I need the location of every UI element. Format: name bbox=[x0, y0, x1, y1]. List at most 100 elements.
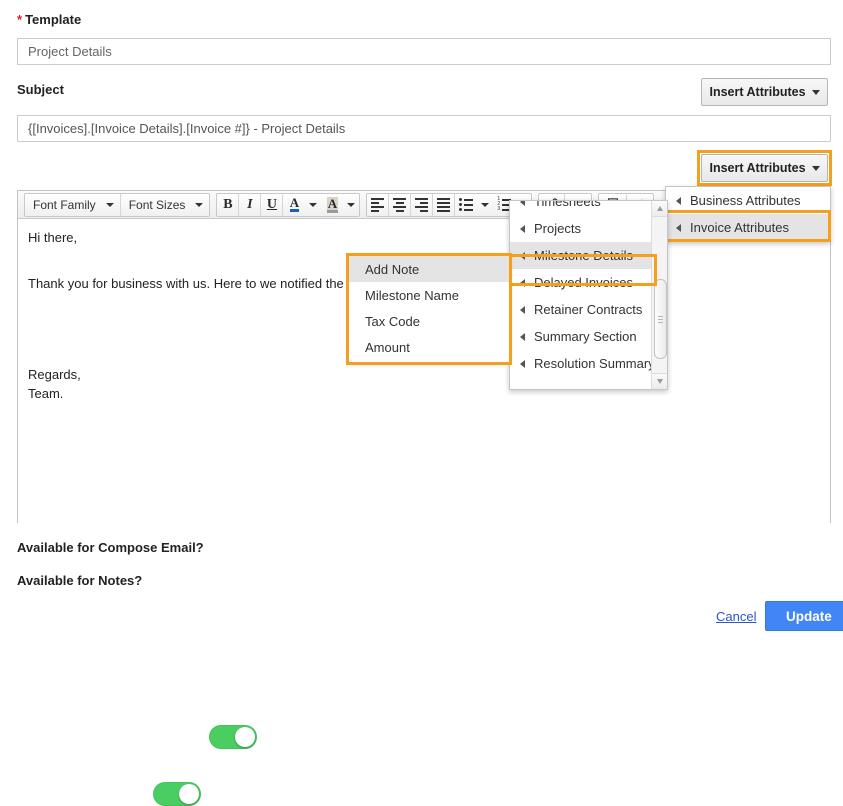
menu-item-tax-code[interactable]: Tax Code bbox=[349, 308, 509, 334]
menu-item-label: Amount bbox=[365, 339, 410, 355]
menu-item-summary-section[interactable]: Summary Section bbox=[510, 323, 654, 350]
menu-item-milestone-name[interactable]: Milestone Name bbox=[349, 282, 509, 308]
chevron-left-icon bbox=[676, 223, 681, 232]
menu-item-projects[interactable]: Projects bbox=[510, 215, 654, 242]
bold-icon: B bbox=[223, 196, 233, 212]
compose-email-toggle-row: Available for Compose Email? bbox=[17, 540, 204, 555]
attributes-menu-level1: Business Attributes Invoice Attributes bbox=[665, 186, 831, 242]
scroll-up-button[interactable] bbox=[652, 201, 667, 217]
background-color-button[interactable]: A bbox=[321, 194, 343, 216]
align-right-button[interactable] bbox=[411, 193, 434, 216]
chevron-left-icon bbox=[520, 251, 525, 260]
triangle-up-icon bbox=[656, 206, 663, 211]
align-center-button[interactable] bbox=[389, 193, 412, 216]
chevron-down-icon bbox=[481, 202, 490, 207]
align-center-icon bbox=[393, 197, 407, 212]
chevron-left-icon bbox=[676, 196, 681, 205]
menu-item-timesheets[interactable]: Timesheets bbox=[510, 200, 654, 215]
toggle-knob bbox=[235, 727, 255, 747]
editor-closing: Regards, bbox=[28, 366, 81, 382]
chevron-down-icon bbox=[195, 202, 204, 207]
scrollbar-thumb[interactable] bbox=[654, 279, 667, 359]
insert-attributes-button-subject[interactable]: Insert Attributes bbox=[701, 78, 828, 106]
notes-toggle-row: Available for Notes? bbox=[17, 573, 142, 588]
font-size-label: Font Sizes bbox=[128, 197, 186, 212]
italic-button[interactable]: I bbox=[239, 193, 262, 216]
chevron-left-icon bbox=[520, 332, 525, 341]
text-color-icon: A bbox=[289, 195, 300, 212]
attributes-menu-level3: Add Note Milestone Name Tax Code Amount bbox=[349, 256, 509, 362]
text-color-dropdown[interactable] bbox=[305, 194, 321, 216]
chevron-left-icon bbox=[520, 305, 525, 314]
text-color-button[interactable]: A bbox=[283, 194, 305, 216]
chevron-down-icon bbox=[347, 202, 356, 207]
background-color-dropdown[interactable] bbox=[343, 194, 359, 216]
align-left-button[interactable] bbox=[367, 193, 390, 216]
menu-level2-list: Timesheets Projects Milestone Details De… bbox=[510, 200, 655, 377]
required-asterisk: * bbox=[17, 12, 23, 27]
compose-email-label: Available for Compose Email? bbox=[17, 540, 204, 555]
insert-attributes-subject-label: Insert Attributes bbox=[709, 85, 806, 99]
menu-item-delayed-invoices[interactable]: Delayed Invoices bbox=[510, 269, 654, 296]
menu-item-label: Invoice Attributes bbox=[690, 220, 789, 235]
menu-item-label: Tax Code bbox=[365, 313, 420, 329]
notes-toggle[interactable] bbox=[153, 782, 201, 806]
align-justify-icon bbox=[437, 197, 451, 212]
toggle-knob bbox=[179, 784, 199, 804]
align-justify-button[interactable] bbox=[433, 193, 456, 216]
menu-item-label: Retainer Contracts bbox=[534, 302, 643, 317]
italic-icon: I bbox=[247, 196, 253, 212]
chevron-left-icon bbox=[520, 278, 525, 287]
compose-email-toggle[interactable] bbox=[209, 725, 257, 749]
align-left-icon bbox=[371, 197, 385, 212]
menu-item-label: Summary Section bbox=[534, 329, 637, 344]
template-label: Template bbox=[25, 12, 82, 27]
menu-item-resolution-summary[interactable]: Resolution Summary bbox=[510, 350, 655, 377]
menu-item-amount[interactable]: Amount bbox=[349, 334, 509, 360]
menu-item-add-note[interactable]: Add Note bbox=[349, 256, 509, 282]
chevron-down-icon bbox=[309, 202, 318, 207]
editor-signature: Team. bbox=[28, 385, 64, 401]
menu-item-milestone-details[interactable]: Milestone Details bbox=[510, 242, 654, 269]
bold-button[interactable]: B bbox=[217, 193, 240, 216]
insert-attributes-button-body[interactable]: Insert Attributes bbox=[701, 154, 828, 182]
cancel-button[interactable]: Cancel bbox=[716, 609, 756, 624]
attributes-menu-level2: Timesheets Projects Milestone Details De… bbox=[509, 200, 668, 390]
chevron-down-icon bbox=[811, 165, 820, 171]
notes-label: Available for Notes? bbox=[17, 573, 143, 588]
menu-item-label: Milestone Name bbox=[365, 287, 459, 303]
menu-item-label: Timesheets bbox=[534, 200, 601, 209]
font-family-select[interactable]: Font Family bbox=[25, 193, 121, 216]
grip-icon bbox=[658, 315, 663, 323]
menu-item-retainer-contracts[interactable]: Retainer Contracts bbox=[510, 296, 654, 323]
font-size-select[interactable]: Font Sizes bbox=[121, 194, 210, 216]
bullet-list-button[interactable] bbox=[455, 194, 477, 216]
chevron-left-icon bbox=[520, 359, 525, 368]
triangle-down-icon bbox=[656, 379, 663, 384]
menu-item-invoice-attributes[interactable]: Invoice Attributes bbox=[666, 214, 830, 241]
menu-item-label: Add Note bbox=[365, 261, 420, 277]
menu-item-label: Delayed Invoices bbox=[534, 275, 633, 290]
update-button[interactable]: Update bbox=[765, 601, 843, 631]
text-format-group: B I U A A bbox=[216, 192, 361, 217]
bullet-list-icon bbox=[459, 198, 474, 211]
subject-input[interactable]: {[Invoices].[Invoice Details].[Invoice #… bbox=[17, 115, 831, 142]
font-family-label: Font Family bbox=[33, 197, 96, 212]
menu-item-label: Projects bbox=[534, 221, 581, 236]
font-group: Font Family Font Sizes bbox=[24, 192, 211, 217]
scroll-down-button[interactable] bbox=[652, 373, 667, 389]
bullet-list-dropdown[interactable] bbox=[477, 194, 493, 216]
subject-label: Subject bbox=[17, 82, 64, 97]
template-label-row: * Template bbox=[17, 12, 81, 27]
menu-item-label: Business Attributes bbox=[690, 193, 801, 208]
chevron-down-icon bbox=[105, 202, 114, 207]
paragraph-group: 1 2 3 bbox=[366, 192, 533, 217]
menu-item-label: Milestone Details bbox=[534, 248, 633, 263]
chevron-left-icon bbox=[520, 224, 525, 233]
menu-scrollbar[interactable] bbox=[651, 201, 667, 389]
menu-item-label: Resolution Summary bbox=[534, 356, 655, 371]
menu-item-business-attributes[interactable]: Business Attributes bbox=[666, 187, 830, 214]
template-input[interactable]: Project Details bbox=[17, 38, 831, 65]
underline-button[interactable]: U bbox=[261, 193, 284, 216]
background-color-icon: A bbox=[326, 195, 339, 213]
